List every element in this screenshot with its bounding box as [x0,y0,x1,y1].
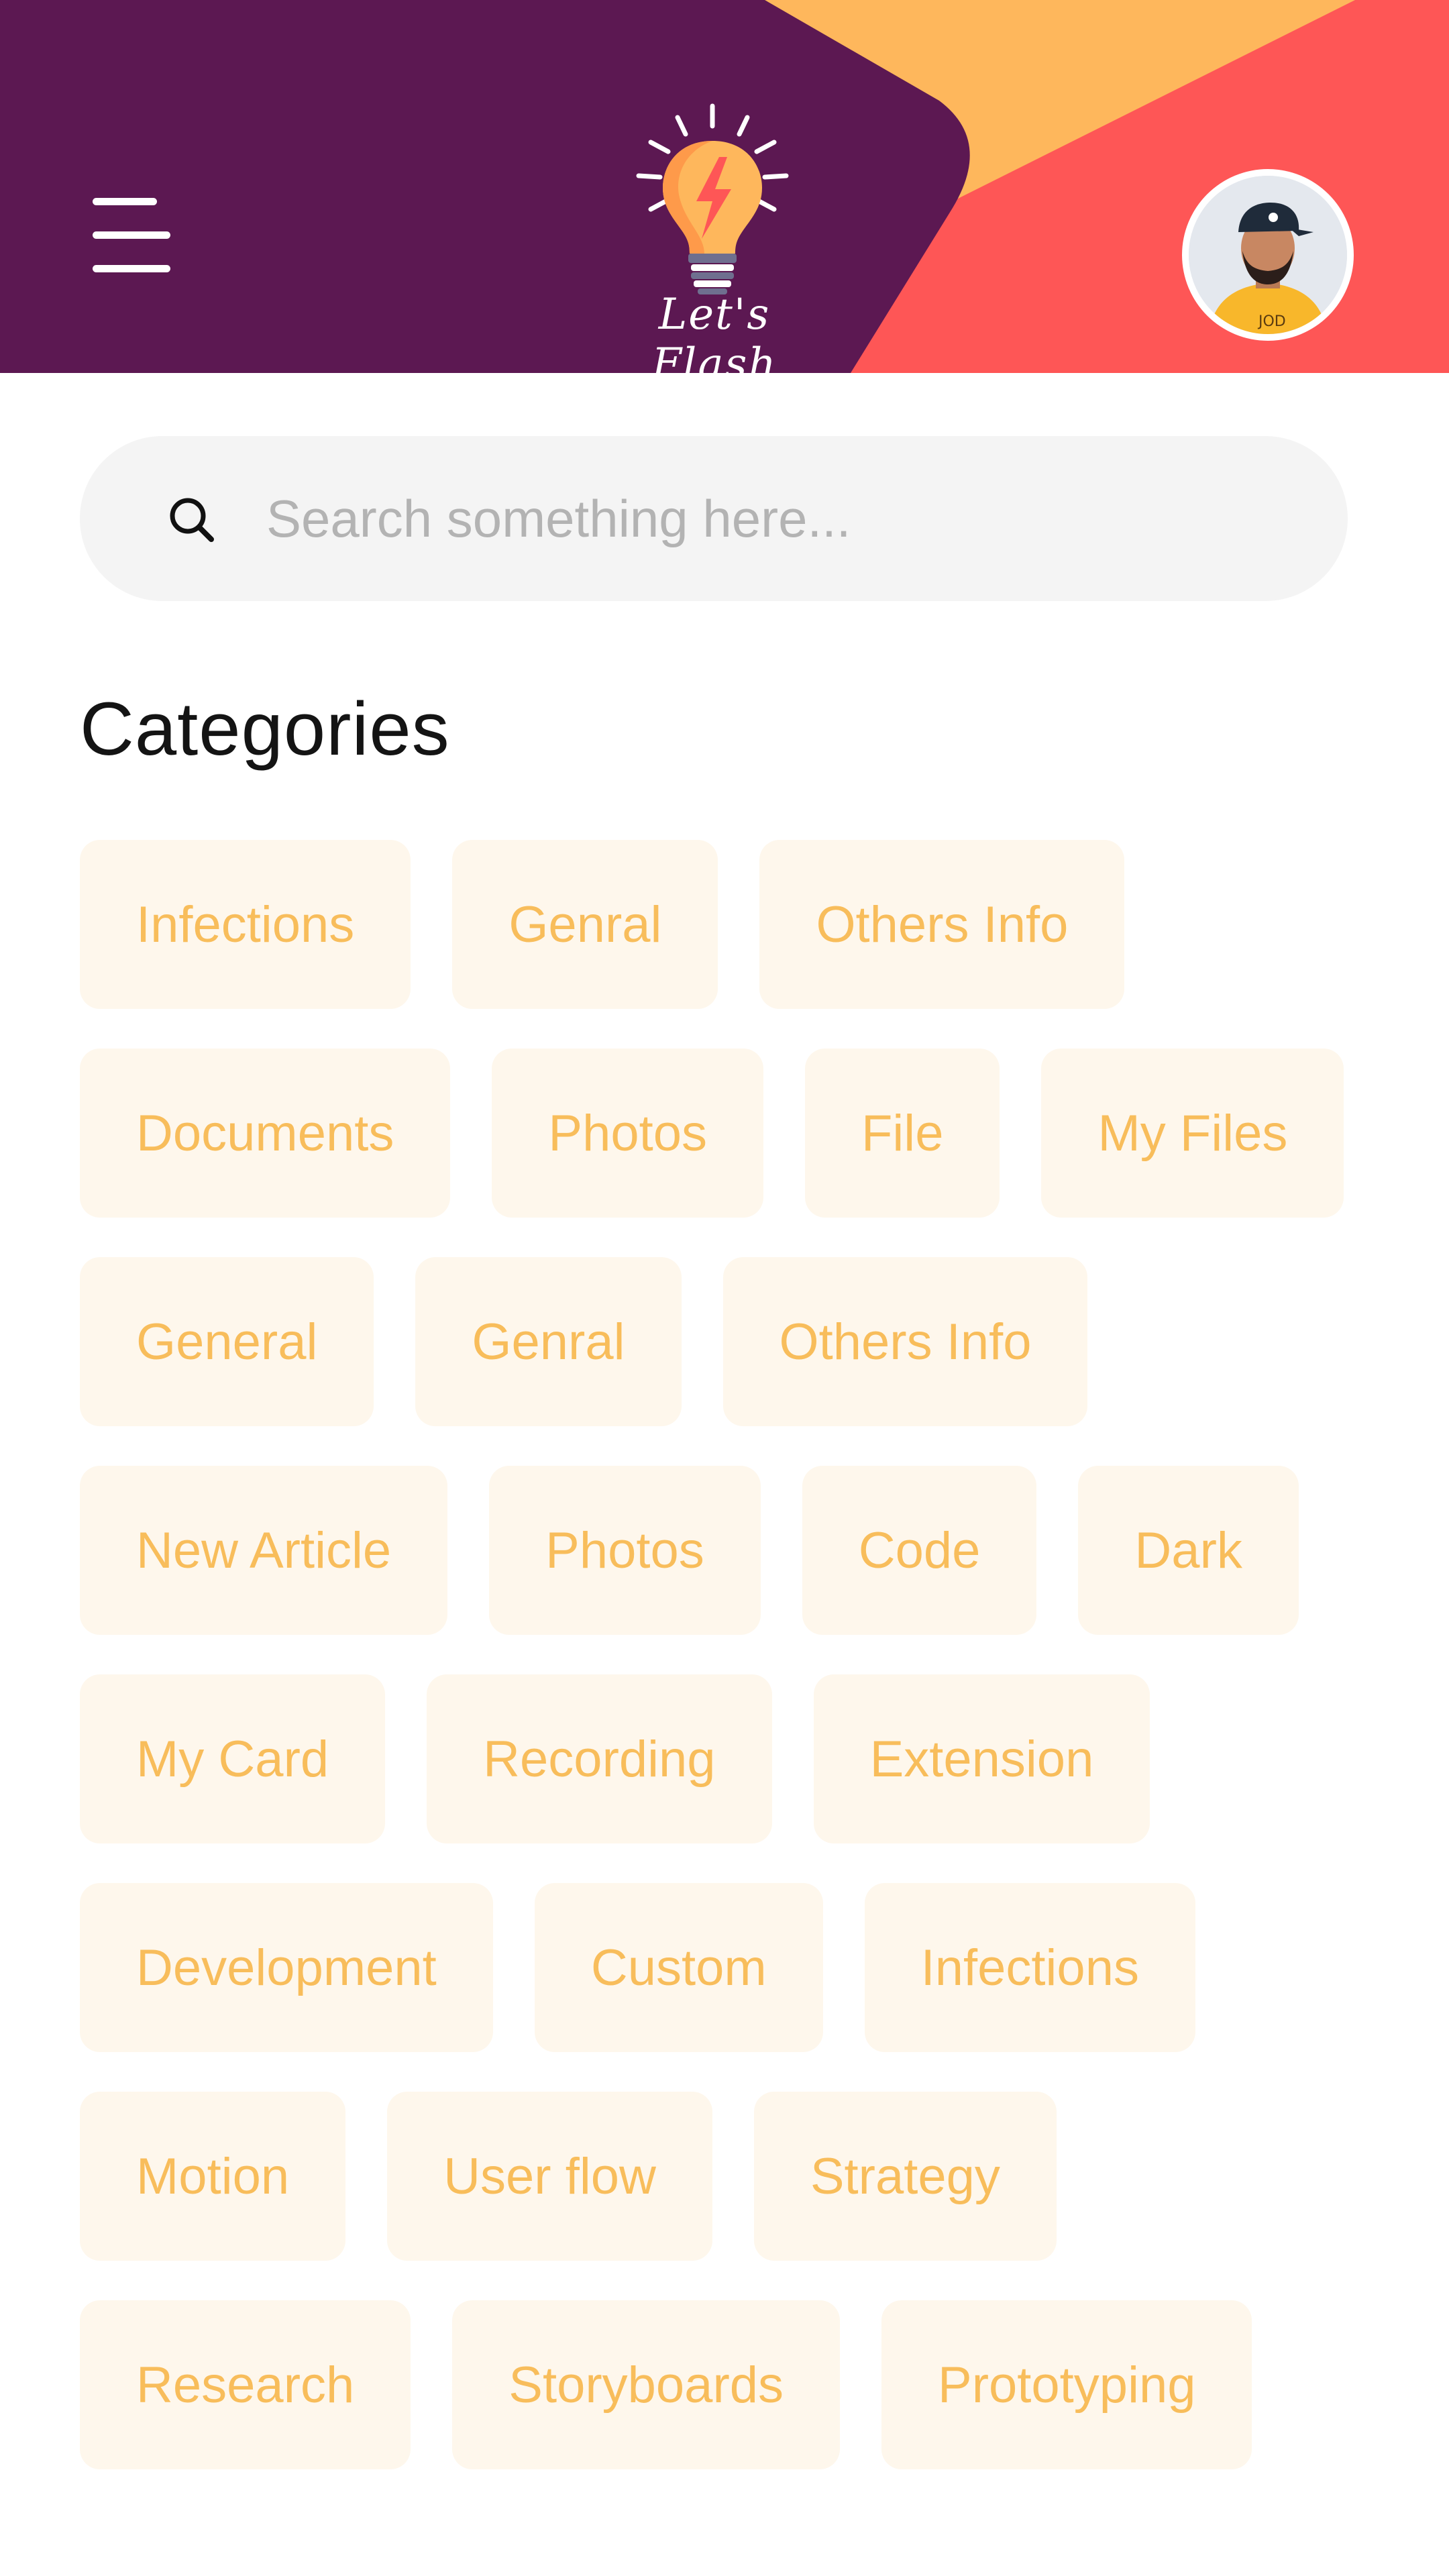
category-row: Motion User flow Strategy [80,2092,1354,2261]
category-chip[interactable]: Photos [492,1049,763,1218]
menu-bar [93,265,170,272]
category-chip[interactable]: Motion [80,2092,346,2261]
lightbulb-flash-icon [636,103,789,294]
category-chip[interactable]: General [80,1257,374,1426]
svg-text:JOD: JOD [1257,313,1286,330]
category-chip[interactable]: Strategy [753,2092,1057,2261]
category-row: My Card Recording Extension [80,1674,1354,1843]
search-icon [170,498,214,542]
logo-text: Let's Flash [651,290,777,373]
category-chip[interactable]: Others Info [722,1257,1088,1426]
categories-chip-list: Infections Genral Others Info Documents Phot… [80,840,1354,2509]
category-chip[interactable]: My Card [80,1674,386,1843]
category-chip[interactable]: Genral [452,840,718,1009]
category-chip[interactable]: Dark [1078,1466,1299,1635]
category-chip[interactable]: Photos [489,1466,761,1635]
category-chip[interactable]: Infections [80,840,411,1009]
category-chip[interactable]: Code [802,1466,1037,1635]
app-logo[interactable]: Let's Flash [604,101,825,373]
category-chip[interactable]: Documents [80,1049,451,1218]
user-avatar[interactable]: JOD [1182,169,1354,341]
category-chip[interactable]: Recording [427,1674,772,1843]
category-chip[interactable]: User flow [387,2092,712,2261]
menu-button[interactable] [87,198,174,278]
app-header: Let's Flash JOD [0,0,1449,373]
category-chip[interactable]: Genral [415,1257,682,1426]
category-chip[interactable]: New Article [80,1466,448,1635]
search-bar[interactable] [80,436,1348,601]
search-input[interactable] [266,436,1313,601]
person-photo-icon: JOD [1189,176,1347,334]
category-row: Infections Genral Others Info [80,840,1354,1009]
category-chip[interactable]: Others Info [759,840,1125,1009]
category-row: Development Custom Infections [80,1883,1354,2052]
categories-title: Categories [80,687,450,771]
category-chip[interactable]: My Files [1041,1049,1344,1218]
category-row: Research Storyboards Prototyping [80,2300,1354,2469]
avatar-image: JOD [1189,176,1347,334]
menu-bar [93,198,157,205]
category-chip[interactable]: Research [80,2300,411,2469]
category-row: New Article Photos Code Dark [80,1466,1354,1635]
category-chip[interactable]: Custom [534,1883,823,2052]
menu-bar [93,231,170,239]
category-chip[interactable]: File [805,1049,1000,1218]
category-chip[interactable]: Infections [864,1883,1195,2052]
category-chip[interactable]: Extension [813,1674,1150,1843]
category-row: General Genral Others Info [80,1257,1354,1426]
category-chip[interactable]: Prototyping [881,2300,1252,2469]
category-chip[interactable]: Storyboards [452,2300,841,2469]
category-chip[interactable]: Development [80,1883,493,2052]
category-row: Documents Photos File My Files [80,1049,1354,1218]
